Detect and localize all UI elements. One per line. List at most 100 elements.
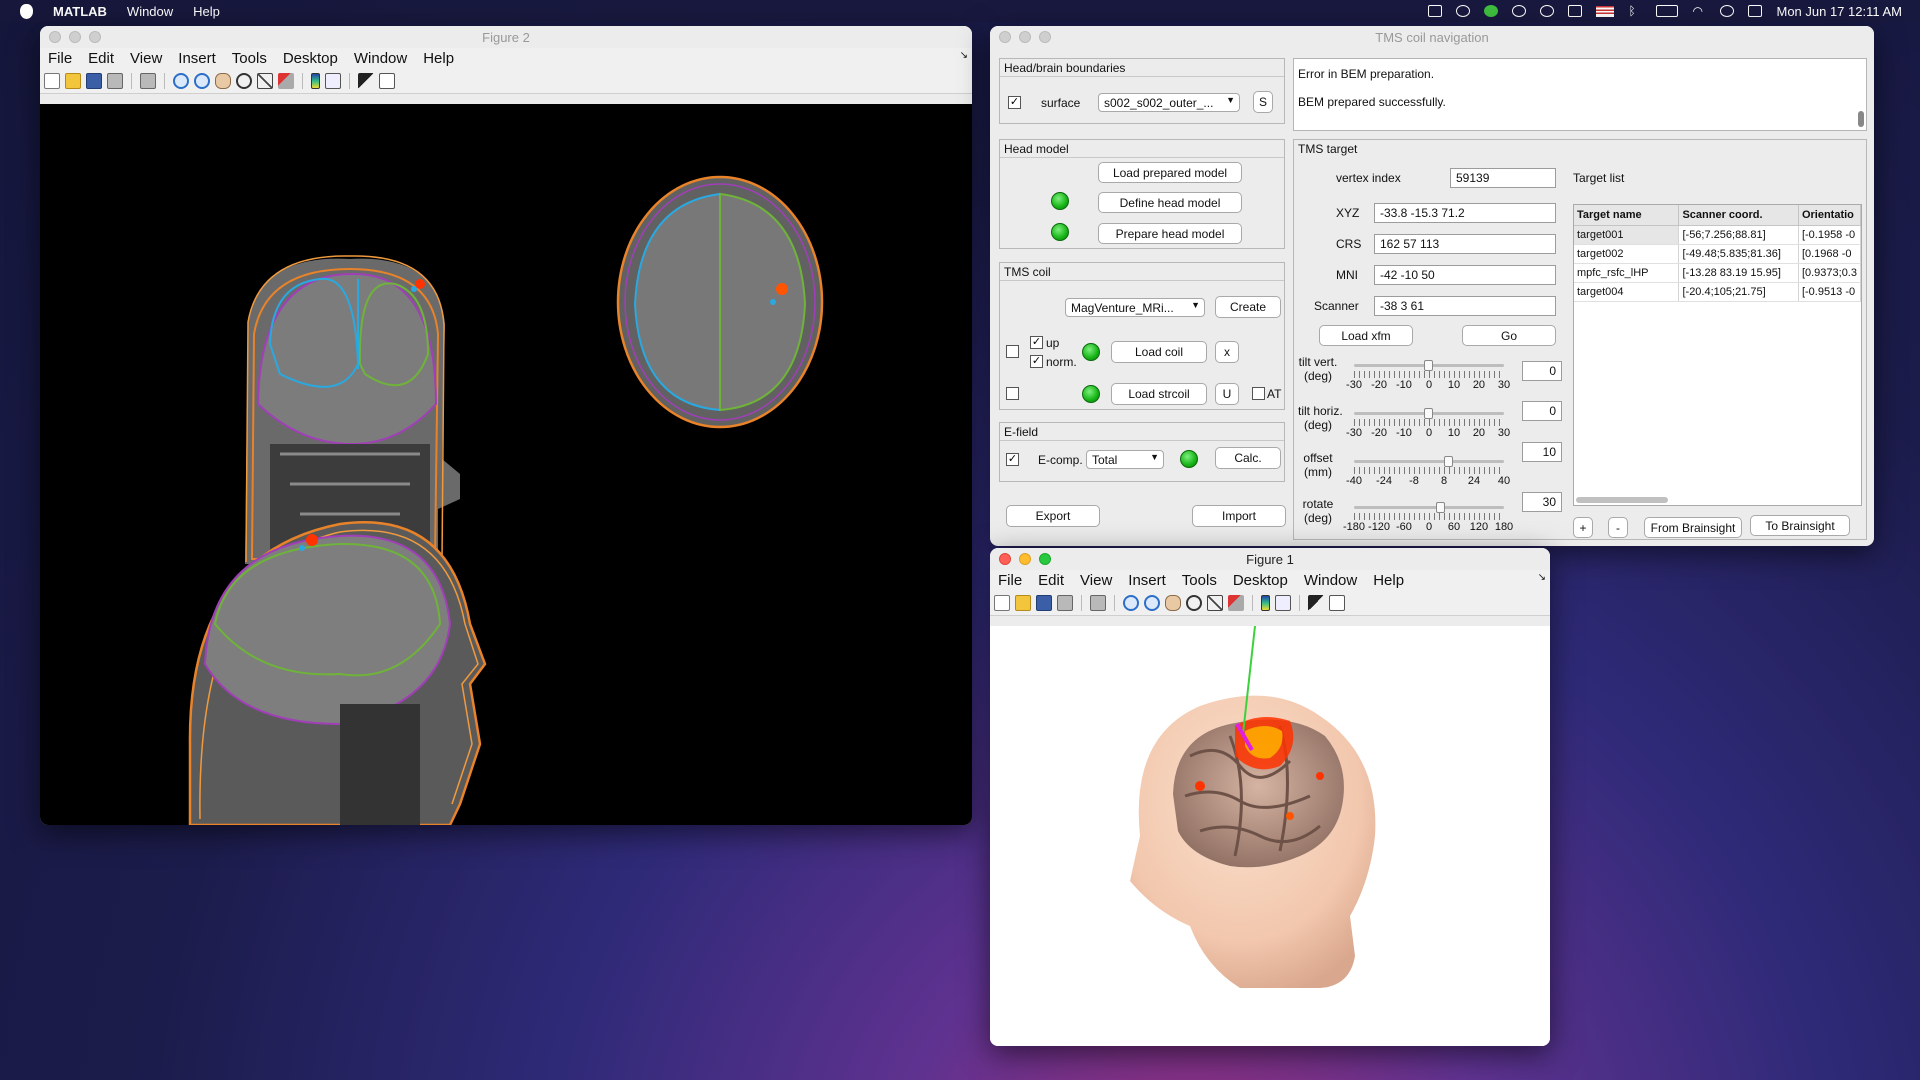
zoom-out-icon[interactable] xyxy=(1144,595,1160,611)
table-row[interactable]: target004 [-20.4;105;21.75] [-0.9513 -0 xyxy=(1574,282,1861,302)
figure2-axes-canvas[interactable] xyxy=(40,104,972,825)
print-preview-icon[interactable] xyxy=(1090,595,1106,611)
tilt-vert-field[interactable]: 0 xyxy=(1522,361,1562,381)
close-button[interactable] xyxy=(999,553,1011,565)
table-hscrollbar[interactable] xyxy=(1576,497,1668,503)
zoom-in-icon[interactable] xyxy=(1123,595,1139,611)
menu-view[interactable]: View xyxy=(1072,572,1120,589)
pan-icon[interactable] xyxy=(1165,595,1181,611)
menu-help[interactable]: Help xyxy=(1365,572,1412,589)
menu-window[interactable]: Window xyxy=(346,50,415,67)
ecomp-select[interactable]: Total ▼ xyxy=(1086,450,1164,469)
x-button[interactable]: x xyxy=(1215,341,1239,363)
zoom-in-icon[interactable] xyxy=(173,73,189,89)
tilt-horiz-slider[interactable]: -30 -20 -10 0 10 20 30 xyxy=(1346,408,1510,439)
close-button[interactable] xyxy=(49,31,61,43)
load-prepared-model-button[interactable]: Load prepared model xyxy=(1098,162,1242,183)
us-flag-icon[interactable] xyxy=(1596,5,1615,17)
offset-field[interactable]: 10 xyxy=(1522,442,1562,462)
from-brainsight-button[interactable]: From Brainsight xyxy=(1644,517,1742,538)
save-icon[interactable] xyxy=(86,73,102,89)
prepare-head-model-button[interactable]: Prepare head model xyxy=(1098,223,1242,244)
open-folder-icon[interactable] xyxy=(65,73,81,89)
at-checkbox[interactable] xyxy=(1252,387,1265,400)
menu-tools[interactable]: Tools xyxy=(1174,572,1225,589)
menubar-window[interactable]: Window xyxy=(127,4,173,19)
volume-icon[interactable] xyxy=(1568,5,1583,17)
up-checkbox[interactable]: ✓ xyxy=(1030,336,1043,349)
status-log[interactable]: Error in BEM preparation. BEM prepared s… xyxy=(1293,58,1867,131)
save-icon[interactable] xyxy=(1036,595,1052,611)
pointer-icon[interactable] xyxy=(358,73,374,89)
menu-file[interactable]: File xyxy=(990,572,1030,589)
pan-icon[interactable] xyxy=(215,73,231,89)
target-list-table[interactable]: Target name Scanner coord. Orientatio ta… xyxy=(1573,204,1862,506)
table-row[interactable]: target001 [-56;7.256;88.81] [-0.1958 -0 xyxy=(1574,225,1861,245)
tilt-horiz-field[interactable]: 0 xyxy=(1522,401,1562,421)
bluetooth-icon[interactable]: ᛒ xyxy=(1628,5,1642,17)
s-button[interactable]: S xyxy=(1253,91,1273,113)
property-inspector-icon[interactable] xyxy=(379,73,395,89)
search-icon[interactable] xyxy=(1720,5,1735,17)
coil-select[interactable]: MagVenture_MRi... ▼ xyxy=(1065,298,1205,317)
menu-desktop[interactable]: Desktop xyxy=(1225,572,1296,589)
dock-arrow-icon[interactable]: ↘ xyxy=(960,50,968,61)
col-scanner-coord[interactable]: Scanner coord. xyxy=(1678,205,1799,226)
rotate-icon[interactable] xyxy=(1186,595,1202,611)
efield-checkbox[interactable]: ✓ xyxy=(1006,453,1019,466)
new-file-icon[interactable] xyxy=(44,73,60,89)
play-icon[interactable] xyxy=(1540,5,1555,17)
rotate-icon[interactable] xyxy=(236,73,252,89)
col-target-name[interactable]: Target name xyxy=(1574,205,1680,226)
calc-button[interactable]: Calc. xyxy=(1215,447,1281,469)
log-scrollbar[interactable] xyxy=(1858,111,1864,127)
apple-logo-icon[interactable] xyxy=(20,3,33,19)
minimize-button[interactable] xyxy=(1019,31,1031,43)
zoom-button[interactable] xyxy=(1039,31,1051,43)
rotate-slider[interactable]: -180 -120 -60 0 60 120 180 xyxy=(1343,502,1513,533)
battery-icon[interactable] xyxy=(1656,5,1679,17)
wifi-icon[interactable]: ◠ xyxy=(1692,5,1706,17)
zoom-button[interactable] xyxy=(1039,553,1051,565)
menu-insert[interactable]: Insert xyxy=(170,50,224,67)
menu-help[interactable]: Help xyxy=(415,50,462,67)
menu-edit[interactable]: Edit xyxy=(80,50,122,67)
minimize-button[interactable] xyxy=(1019,553,1031,565)
print-icon[interactable] xyxy=(1057,595,1073,611)
new-file-icon[interactable] xyxy=(994,595,1010,611)
col-orientation[interactable]: Orientatio xyxy=(1798,205,1861,226)
minimize-button[interactable] xyxy=(69,31,81,43)
menubar-app-name[interactable]: MATLAB xyxy=(53,4,107,19)
define-head-model-button[interactable]: Define head model xyxy=(1098,192,1242,213)
vertex-index-field[interactable]: 59139 xyxy=(1450,168,1556,188)
tilt-horiz-thumb[interactable] xyxy=(1424,408,1433,419)
menu-tools[interactable]: Tools xyxy=(224,50,275,67)
rotate-field[interactable]: 30 xyxy=(1522,492,1562,512)
norm-checkbox[interactable]: ✓ xyxy=(1030,355,1043,368)
rotate-thumb[interactable] xyxy=(1436,502,1445,513)
export-button[interactable]: Export xyxy=(1006,505,1100,527)
strcoil-enable-checkbox[interactable] xyxy=(1006,387,1019,400)
table-row[interactable]: target002 [-49.48;5.835;81.36] [0.1968 -… xyxy=(1574,244,1861,264)
import-button[interactable]: Import xyxy=(1192,505,1286,527)
scanner-field[interactable]: -38 3 61 xyxy=(1374,296,1556,316)
close-button[interactable] xyxy=(999,31,1011,43)
offset-slider[interactable]: -40 -24 -8 8 24 40 xyxy=(1346,456,1510,487)
print-icon[interactable] xyxy=(107,73,123,89)
figure1-titlebar[interactable]: Figure 1 xyxy=(990,548,1550,570)
to-brainsight-button[interactable]: To Brainsight xyxy=(1750,515,1850,536)
brush-icon[interactable] xyxy=(278,73,294,89)
mni-field[interactable]: -42 -10 50 xyxy=(1374,265,1556,285)
add-target-button[interactable]: + xyxy=(1573,517,1593,538)
figure2-titlebar[interactable]: Figure 2 xyxy=(40,26,972,48)
coil-enable-checkbox[interactable] xyxy=(1006,345,1019,358)
menu-file[interactable]: File xyxy=(40,50,80,67)
table-row[interactable]: mpfc_rsfc_lHP [-13.28 83.19 15.95] [0.93… xyxy=(1574,263,1861,283)
load-xfm-button[interactable]: Load xfm xyxy=(1319,325,1413,346)
create-coil-button[interactable]: Create xyxy=(1215,296,1281,318)
print-preview-icon[interactable] xyxy=(140,73,156,89)
messages-icon[interactable] xyxy=(1484,5,1499,17)
cloud-icon[interactable] xyxy=(1456,5,1471,17)
menu-edit[interactable]: Edit xyxy=(1030,572,1072,589)
menu-view[interactable]: View xyxy=(122,50,170,67)
